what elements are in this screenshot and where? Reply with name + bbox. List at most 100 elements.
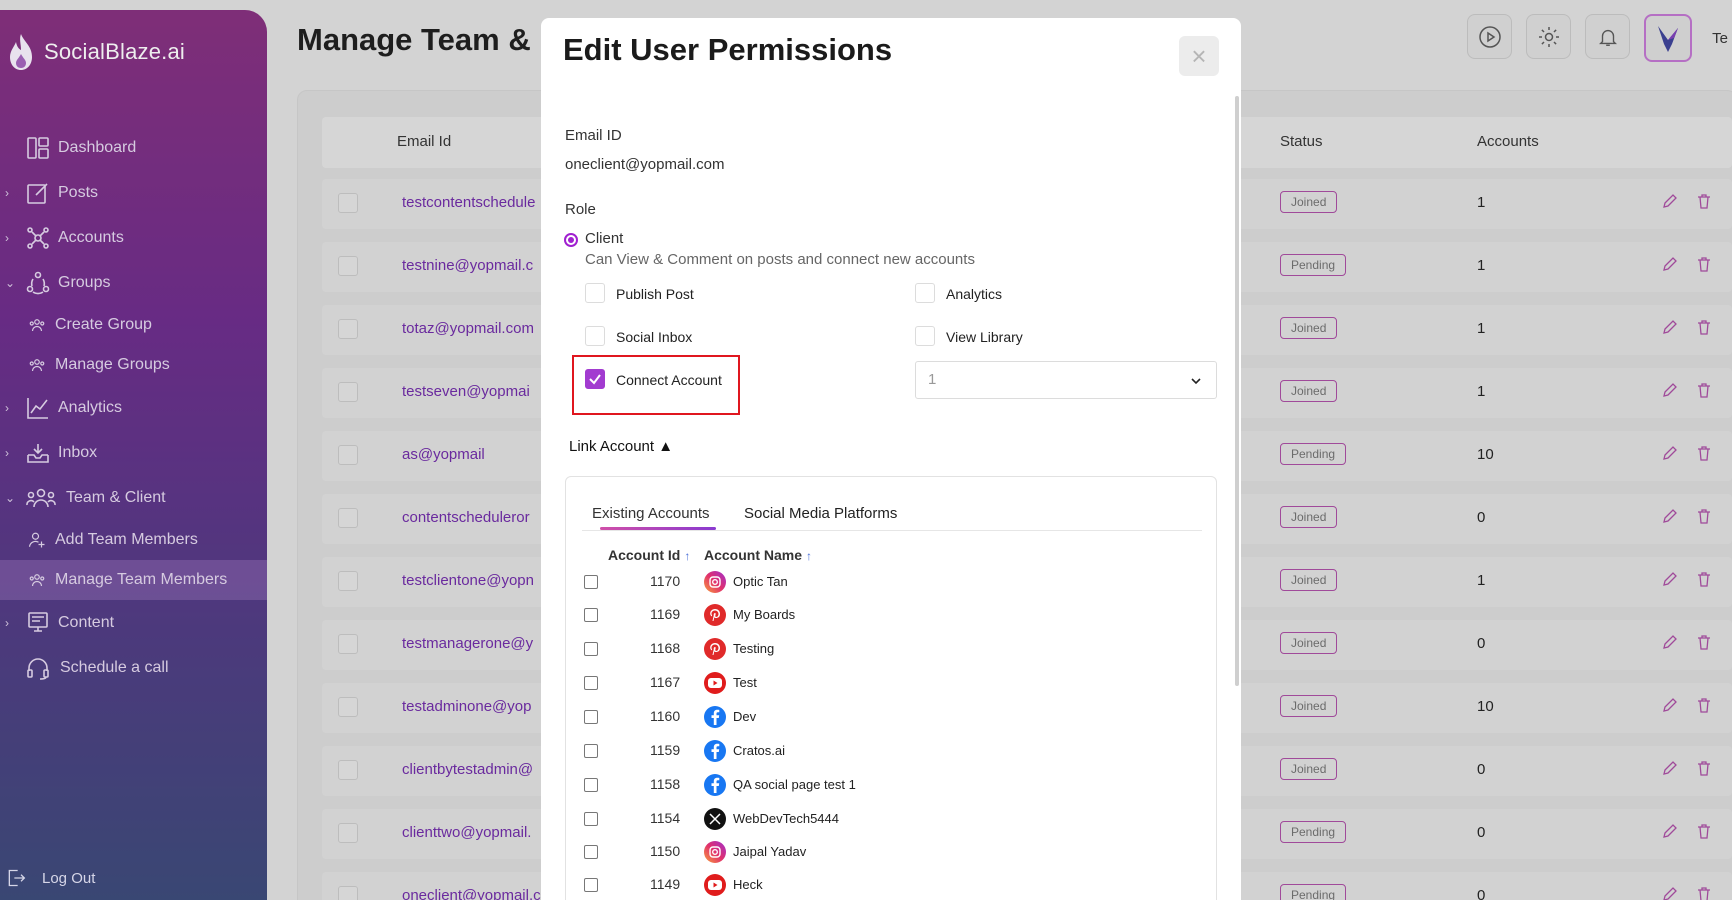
account-checkbox[interactable] <box>584 575 598 589</box>
row-email[interactable]: contentscheduleror <box>402 509 530 526</box>
pencil-icon[interactable] <box>1662 382 1678 398</box>
notifications-button[interactable] <box>1585 14 1630 59</box>
trash-icon[interactable] <box>1696 697 1712 713</box>
row-email[interactable]: oneclient@yopmail.c <box>402 887 541 900</box>
row-email[interactable]: clientbytestadmin@ <box>402 761 533 778</box>
row-email[interactable]: testadminone@yop <box>402 698 531 715</box>
publish-post-checkbox[interactable] <box>585 283 605 303</box>
row-checkbox[interactable] <box>338 760 358 780</box>
row-checkbox[interactable] <box>338 256 358 276</box>
row-email[interactable]: testseven@yopmai <box>402 383 530 400</box>
row-email[interactable]: testmanagerone@y <box>402 635 533 652</box>
sidebar-item-accounts[interactable]: › Accounts <box>0 215 267 260</box>
account-row[interactable]: 1160 Dev <box>584 702 1184 732</box>
sort-arrow-icon[interactable]: ↑ <box>684 549 690 563</box>
pencil-icon[interactable] <box>1662 319 1678 335</box>
account-checkbox[interactable] <box>584 878 598 892</box>
sidebar-item-content[interactable]: › Content <box>0 600 267 645</box>
sidebar-item-manage-team-members[interactable]: Manage Team Members <box>0 560 267 600</box>
settings-button[interactable] <box>1526 14 1571 59</box>
account-checkbox[interactable] <box>584 676 598 690</box>
account-row[interactable]: 1158 QA social page test 1 <box>584 770 1184 800</box>
close-button[interactable]: × <box>1179 36 1219 76</box>
row-email[interactable]: testnine@yopmail.c <box>402 257 533 274</box>
sidebar-item-posts[interactable]: › Posts <box>0 170 267 215</box>
trash-icon[interactable] <box>1696 823 1712 839</box>
account-row[interactable]: 1169 My Boards <box>584 600 1184 630</box>
account-checkbox[interactable] <box>584 778 598 792</box>
account-checkbox[interactable] <box>584 744 598 758</box>
sort-arrow-icon[interactable]: ↑ <box>806 549 812 563</box>
account-checkbox[interactable] <box>584 608 598 622</box>
trash-icon[interactable] <box>1696 445 1712 461</box>
sidebar-item-add-team-members[interactable]: Add Team Members <box>0 520 267 560</box>
row-checkbox[interactable] <box>338 634 358 654</box>
pencil-icon[interactable] <box>1662 634 1678 650</box>
trash-icon[interactable] <box>1696 319 1712 335</box>
row-checkbox[interactable] <box>338 319 358 339</box>
trash-icon[interactable] <box>1696 760 1712 776</box>
trash-icon[interactable] <box>1696 193 1712 209</box>
trash-icon[interactable] <box>1696 382 1712 398</box>
column-header-account-id[interactable]: Account Id ↑ <box>608 547 690 563</box>
trash-icon[interactable] <box>1696 571 1712 587</box>
account-checkbox[interactable] <box>584 845 598 859</box>
column-header-status[interactable]: Status <box>1280 133 1323 150</box>
pencil-icon[interactable] <box>1662 193 1678 209</box>
account-row[interactable]: 1149 Heck <box>584 870 1184 900</box>
account-checkbox[interactable] <box>584 710 598 724</box>
pencil-icon[interactable] <box>1662 256 1678 272</box>
account-row[interactable]: 1150 Jaipal Yadav <box>584 837 1184 867</box>
account-row[interactable]: 1159 Cratos.ai <box>584 736 1184 766</box>
brand-logo[interactable]: SocialBlaze.ai <box>4 32 185 72</box>
account-limit-select[interactable]: 1 <box>915 361 1217 399</box>
account-row[interactable]: 1154 WebDevTech5444 <box>584 804 1184 834</box>
pencil-icon[interactable] <box>1662 445 1678 461</box>
sidebar-item-dashboard[interactable]: Dashboard <box>0 125 267 170</box>
row-email[interactable]: testclientone@yopn <box>402 572 534 589</box>
sidebar-item-create-group[interactable]: Create Group <box>0 305 267 345</box>
pencil-icon[interactable] <box>1662 571 1678 587</box>
link-account-toggle[interactable]: Link Account ▲ <box>569 438 673 455</box>
row-checkbox[interactable] <box>338 823 358 843</box>
column-header-email[interactable]: Email Id <box>397 133 451 150</box>
pencil-icon[interactable] <box>1662 760 1678 776</box>
sidebar-item-groups[interactable]: ⌄ Groups <box>0 260 267 305</box>
account-checkbox[interactable] <box>584 812 598 826</box>
play-button[interactable] <box>1467 14 1512 59</box>
column-header-accounts[interactable]: Accounts <box>1477 133 1539 150</box>
avatar[interactable] <box>1644 14 1692 62</box>
row-email[interactable]: clienttwo@yopmail. <box>402 824 531 841</box>
account-row[interactable]: 1167 Test <box>584 668 1184 698</box>
logout-button[interactable]: Log Out <box>6 868 95 888</box>
social-inbox-checkbox[interactable] <box>585 326 605 346</box>
sidebar-item-analytics[interactable]: › Analytics <box>0 385 267 430</box>
pencil-icon[interactable] <box>1662 697 1678 713</box>
row-checkbox[interactable] <box>338 508 358 528</box>
column-header-account-name[interactable]: Account Name ↑ <box>704 547 812 563</box>
sidebar-item-schedule-call[interactable]: Schedule a call <box>0 645 267 690</box>
row-checkbox[interactable] <box>338 886 358 900</box>
row-email[interactable]: as@yopmail <box>402 446 485 463</box>
account-checkbox[interactable] <box>584 642 598 656</box>
modal-scrollbar[interactable] <box>1235 96 1239 686</box>
trash-icon[interactable] <box>1696 256 1712 272</box>
role-client-radio[interactable] <box>564 233 578 247</box>
pencil-icon[interactable] <box>1662 508 1678 524</box>
pencil-icon[interactable] <box>1662 823 1678 839</box>
trash-icon[interactable] <box>1696 886 1712 900</box>
row-checkbox[interactable] <box>338 571 358 591</box>
row-checkbox[interactable] <box>338 193 358 213</box>
account-row[interactable]: 1168 Testing <box>584 634 1184 664</box>
analytics-checkbox[interactable] <box>915 283 935 303</box>
row-email[interactable]: testcontentschedule <box>402 194 535 211</box>
trash-icon[interactable] <box>1696 508 1712 524</box>
row-email[interactable]: totaz@yopmail.com <box>402 320 534 337</box>
row-checkbox[interactable] <box>338 697 358 717</box>
row-checkbox[interactable] <box>338 382 358 402</box>
sidebar-item-inbox[interactable]: › Inbox <box>0 430 267 475</box>
tab-social-media-platforms[interactable]: Social Media Platforms <box>744 505 897 522</box>
connect-account-checkbox[interactable] <box>585 369 605 389</box>
tab-existing-accounts[interactable]: Existing Accounts <box>592 505 710 522</box>
view-library-checkbox[interactable] <box>915 326 935 346</box>
